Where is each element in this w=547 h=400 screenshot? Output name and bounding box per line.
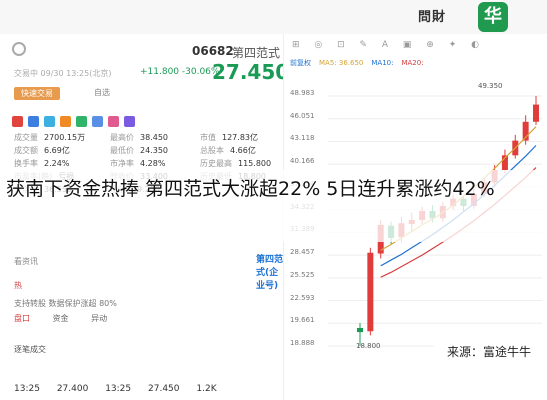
stat-value: 6.69亿: [44, 146, 70, 155]
y-tick-label: 43.118: [290, 134, 315, 143]
stat-label: 历史最高: [200, 159, 232, 168]
tick-price: 27.450: [148, 384, 180, 394]
hot-tag: 热: [14, 281, 22, 290]
feature-icon[interactable]: [108, 116, 119, 127]
stat-label: 最低价: [110, 146, 134, 155]
high-price-label: 49.350: [478, 82, 503, 90]
watchlist-button[interactable]: 自选: [94, 87, 110, 98]
price-change: +11.800 -30.06%: [140, 67, 220, 77]
feature-icon[interactable]: [124, 116, 135, 127]
stock-code: 06682: [192, 44, 234, 58]
stat-label: 成交额: [14, 146, 38, 155]
tick-trade-row: 13:25 27.400 13:25 27.450 1.2K: [14, 384, 231, 394]
quote-stat: 成交量 2700.15万: [14, 132, 85, 143]
stat-value: 38.450: [140, 133, 168, 142]
app-logo-text: 問財: [418, 10, 447, 25]
stat-value: 2.24%: [44, 159, 70, 168]
stat-label: 市值: [200, 133, 216, 142]
y-tick-label: 19.661: [290, 316, 315, 325]
trade-status: 交易中 09/30 13:25(北京): [14, 69, 112, 78]
stat-label: 最高价: [110, 133, 134, 142]
headline-overlay: 获南下资金热捧 第四范式大涨超22% 5日连升累涨约42%: [0, 170, 547, 242]
quote-stat: 市净率 4.28%: [110, 158, 165, 169]
y-tick-label: 40.166: [290, 157, 315, 166]
headline-text: 获南下资金热捧 第四范式大涨超22% 5日连升累涨约42%: [6, 178, 495, 200]
feature-icon[interactable]: [60, 116, 71, 127]
app-logo-icon[interactable]: 华: [478, 2, 508, 32]
tick-time: 13:25: [105, 384, 132, 394]
tick-price: 27.400: [56, 384, 89, 394]
feature-icon[interactable]: [44, 116, 55, 127]
stat-label: 换手率: [14, 159, 38, 168]
source-watermark: 来源：富途牛牛: [434, 340, 544, 364]
company-account-link[interactable]: 第四范式(企业号): [256, 252, 283, 291]
quote-stat: 成交额 6.69亿: [14, 145, 70, 156]
quote-stat: 历史最高 115.800: [200, 158, 271, 169]
quote-stat: 换手率 2.24%: [14, 158, 69, 169]
tab-movement[interactable]: 异动: [91, 314, 107, 323]
quick-trade-button[interactable]: 快速交易: [14, 87, 60, 100]
y-tick-label: 18.888: [290, 339, 315, 347]
y-tick-label: 25.525: [290, 270, 315, 279]
news-label[interactable]: 看资讯: [14, 256, 38, 267]
stat-value: 2700.15万: [44, 133, 86, 142]
feature-icon[interactable]: [92, 116, 103, 127]
tick-volume: 1.2K: [196, 384, 217, 394]
quote-stat: 市值 127.83亿: [200, 132, 258, 143]
feature-icon[interactable]: [76, 116, 87, 127]
stat-label: 市净率: [110, 159, 134, 168]
low-price-label: 18.800: [356, 342, 381, 350]
tab-capital[interactable]: 资金: [53, 314, 69, 323]
stat-value: 24.350: [140, 146, 168, 155]
concept-line[interactable]: 支持转股 数据保护涨超 80%: [14, 298, 117, 309]
stat-label: 总股本: [200, 146, 224, 155]
stock-name: 第四范式: [232, 46, 281, 60]
top-banner: 問財 华: [0, 0, 547, 34]
quote-stat: 总股本 4.66亿: [200, 145, 256, 156]
candle-body: [533, 104, 539, 122]
tab-orderbook[interactable]: 盘口: [14, 314, 30, 323]
y-tick-label: 22.593: [290, 293, 315, 302]
stat-label: 成交量: [14, 133, 38, 142]
quote-stat: 最低价 24.350: [110, 145, 168, 156]
stat-value: 4.28%: [140, 159, 166, 168]
stat-value: 4.66亿: [230, 146, 256, 155]
tick-trades-title: 逐笔成交: [14, 345, 46, 354]
feature-icon[interactable]: [28, 116, 39, 127]
y-tick-label: 48.983: [290, 89, 315, 97]
gear-icon[interactable]: [12, 42, 26, 56]
current-price: 27.450: [212, 60, 290, 84]
quote-stat: 最高价 38.450: [110, 132, 168, 143]
stat-value: 127.83亿: [222, 133, 258, 142]
candle-body: [357, 327, 363, 333]
tick-time: 13:25: [14, 384, 40, 394]
y-tick-label: 46.051: [290, 111, 315, 120]
feature-icon-row: [12, 112, 140, 131]
feature-icon[interactable]: [12, 116, 23, 127]
stat-value: 115.800: [238, 159, 272, 168]
y-tick-label: 28.457: [290, 248, 315, 257]
candle-body: [367, 252, 374, 332]
detail-tabs: 盘口 资金 异动: [14, 313, 127, 324]
